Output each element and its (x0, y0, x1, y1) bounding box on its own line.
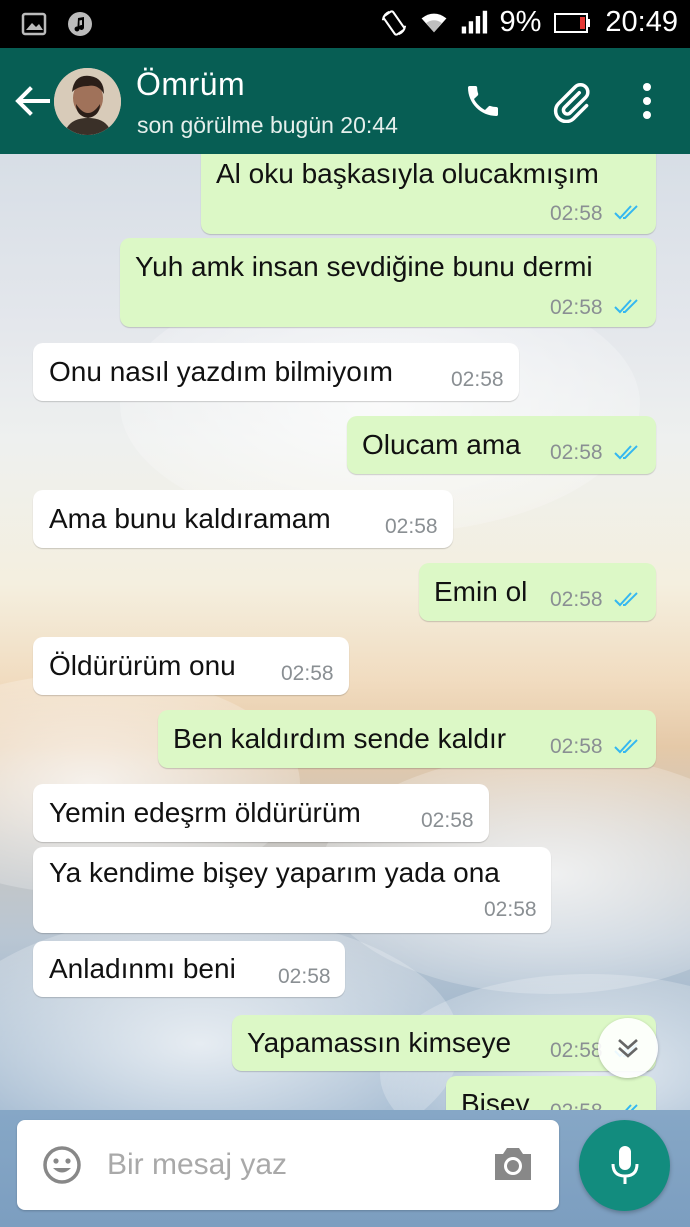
message-time: 02:58 (550, 202, 603, 225)
chat-header: Ömrüm son görülme bugün 20:44 (0, 48, 690, 154)
music-notification-icon (66, 10, 94, 38)
last-seen-status: son görülme bugün 20:44 (137, 112, 398, 138)
read-ticks-icon (625, 1104, 638, 1110)
message-time: 02:58 (550, 1100, 603, 1110)
gallery-notification-icon (20, 10, 48, 38)
message-incoming[interactable]: Ya kendime bişey yaparım yada ona 02:58 (33, 847, 551, 933)
message-text: Yuh amk insan sevdiğine bunu dermi (135, 251, 593, 282)
read-ticks-icon (614, 205, 638, 220)
emoji-icon (43, 1146, 81, 1184)
voice-message-button[interactable] (579, 1120, 670, 1211)
message-text: Onu nasıl yazdım bilmiyoım (49, 356, 393, 387)
voice-call-button[interactable] (460, 78, 506, 124)
message-incoming[interactable]: Anladınmı beni 02:58 (33, 941, 345, 997)
message-text: Al oku başkasıyla olucakmışım (216, 158, 599, 189)
message-time: 02:58 (385, 515, 438, 538)
message-time: 02:58 (278, 965, 331, 988)
emoji-button[interactable] (41, 1144, 83, 1186)
wifi-icon (420, 9, 448, 37)
chevron-down-icon (618, 1039, 638, 1058)
message-text: Ama bunu kaldıramam (49, 503, 331, 534)
message-incoming[interactable]: Ama bunu kaldıramam 02:58 (33, 490, 453, 548)
message-input-box (17, 1120, 559, 1210)
attach-button[interactable] (548, 78, 594, 124)
message-time: 02:58 (550, 735, 603, 758)
message-outgoing[interactable]: Bişey 02:58 (446, 1076, 656, 1110)
message-time: 02:58 (484, 898, 537, 921)
more-options-button[interactable] (624, 78, 670, 124)
mic-icon (611, 1145, 638, 1184)
message-time: 02:58 (451, 368, 504, 391)
back-arrow-icon (15, 86, 50, 116)
message-text: Ben kaldırdım sende kaldır (173, 723, 507, 754)
battery-icon (553, 9, 593, 37)
camera-icon (495, 1148, 531, 1180)
camera-button[interactable] (491, 1144, 535, 1184)
rotate-icon (380, 9, 408, 37)
message-outgoing[interactable]: Yuh amk insan sevdiğine bunu dermi 02:58 (120, 238, 656, 327)
message-outgoing[interactable]: Al oku başkasıyla olucakmışım 02:58 (201, 154, 656, 234)
message-text: Emin ol (434, 576, 528, 607)
message-incoming[interactable]: Öldürürüm onu 02:58 (33, 637, 349, 695)
read-ticks-icon (614, 739, 638, 754)
message-text: Öldürürüm onu (49, 650, 236, 681)
scroll-to-bottom-button[interactable] (598, 1018, 658, 1078)
message-time: 02:58 (550, 441, 603, 464)
message-text: Olucam ama (362, 429, 521, 460)
read-ticks-icon (614, 299, 638, 314)
message-text: Yapamassın kimseye (247, 1027, 512, 1058)
back-button[interactable] (10, 81, 54, 121)
message-outgoing[interactable]: Olucam ama 02:58 (347, 416, 656, 474)
clock: 20:49 (605, 6, 678, 38)
battery-percent: 9% (499, 6, 542, 38)
contact-name[interactable]: Ömrüm (136, 66, 245, 103)
more-vert-icon (643, 83, 651, 119)
avatar[interactable] (54, 68, 121, 135)
message-time: 02:58 (281, 662, 334, 685)
paperclip-icon (553, 83, 590, 123)
phone-icon (468, 86, 498, 116)
message-text: Bişey (461, 1088, 530, 1110)
message-text: Anladınmı beni (49, 953, 236, 984)
composer-bar (0, 1110, 690, 1227)
message-outgoing[interactable]: Yapamassın kimseye 02:58 (232, 1015, 656, 1071)
message-time: 02:58 (550, 588, 603, 611)
read-ticks-icon (614, 445, 638, 460)
signal-icon (460, 9, 488, 37)
message-outgoing[interactable]: Ben kaldırdım sende kaldır 02:58 (158, 710, 656, 768)
message-time: 02:58 (550, 296, 603, 319)
message-outgoing[interactable]: Emin ol 02:58 (419, 563, 656, 621)
chat-area[interactable]: Al oku başkasıyla olucakmışım 02:58 Yuh … (0, 154, 690, 1110)
message-text: Ya kendime bişey yaparım yada ona (49, 857, 500, 888)
message-incoming[interactable]: Onu nasıl yazdım bilmiyoım 02:58 (33, 343, 519, 401)
message-input[interactable] (107, 1144, 467, 1186)
read-ticks-icon (614, 592, 638, 607)
message-time: 02:58 (421, 809, 474, 832)
message-incoming[interactable]: Yemin edeşrm öldürürüm 02:58 (33, 784, 489, 842)
message-text: Yemin edeşrm öldürürüm (49, 797, 361, 828)
message-time: 02:58 (550, 1039, 603, 1062)
status-bar: 9% 20:49 (0, 0, 690, 48)
